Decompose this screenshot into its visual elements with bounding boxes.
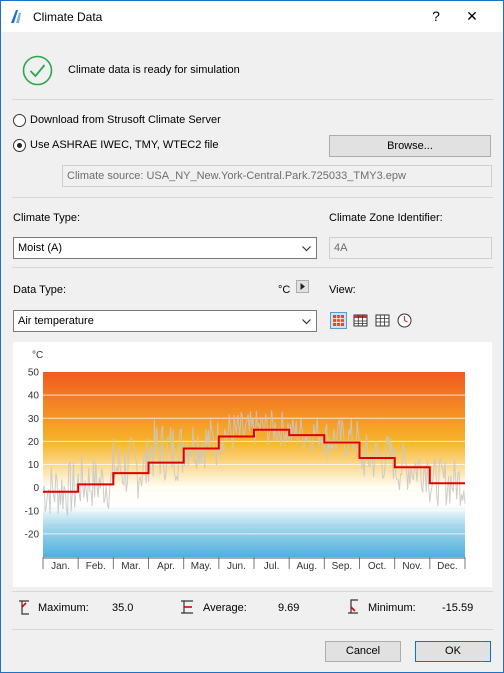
radio-download[interactable] (13, 114, 26, 127)
x-tick-label: Apr. (157, 561, 175, 572)
data-type-select[interactable]: Air temperature (13, 310, 317, 332)
maximum-value: 35.0 (112, 602, 134, 614)
x-tick-label: Dec. (437, 561, 458, 572)
ok-button[interactable]: OK (415, 641, 491, 662)
x-tick-label: May. (191, 561, 212, 572)
climate-data-dialog: Climate Data ? ✕ Climate data is ready f… (0, 0, 504, 673)
check-circle-icon (22, 55, 53, 86)
window-title: Climate Data (33, 10, 103, 24)
average-value: 9.69 (278, 602, 300, 614)
y-tick-label: -20 (25, 529, 40, 540)
temperature-chart: °C 50 40 30 20 10 0 -10 -20 Jan. Feb. Mar. Apr. May. J… (13, 342, 492, 587)
separator (12, 197, 493, 198)
x-tick-label: Jun. (227, 561, 246, 572)
data-type-label: Data Type: (13, 284, 66, 296)
temperature-chart-svg: °C 50 40 30 20 10 0 -10 -20 Jan. Feb. Mar. Apr. May. J… (25, 350, 466, 572)
y-axis-unit-label: °C (32, 350, 43, 361)
x-tick-label: Jan. (51, 561, 70, 572)
climate-source-field: Climate source: USA_NY_New.York-Central.… (62, 165, 492, 187)
grid-color-view-icon[interactable] (330, 312, 347, 329)
browse-button[interactable]: Browse... (329, 135, 491, 157)
radio-use-file[interactable] (13, 139, 26, 152)
unit-label: °C (278, 284, 291, 296)
radio-download-label[interactable]: Download from Strusoft Climate Server (30, 114, 221, 126)
grid-header-view-icon[interactable] (352, 312, 369, 329)
chevron-down-icon (302, 319, 311, 325)
y-tick-label: 10 (28, 460, 40, 471)
data-type-value: Air temperature (18, 315, 94, 327)
cancel-button[interactable]: Cancel (325, 641, 401, 662)
minimum-label: Minimum: (368, 602, 416, 614)
minimum-value: -15.59 (442, 602, 474, 614)
y-tick-label: 20 (28, 437, 40, 448)
y-tick-label: 30 (28, 414, 40, 425)
x-tick-label: Sep. (332, 561, 353, 572)
help-button[interactable]: ? (425, 5, 447, 27)
separator (12, 267, 493, 268)
climate-zone-label: Climate Zone Identifier: (329, 212, 443, 224)
x-tick-label: Aug. (296, 561, 317, 572)
climate-type-select[interactable]: Moist (A) (13, 237, 317, 259)
close-button[interactable]: ✕ (461, 5, 483, 27)
minimum-icon (348, 599, 358, 614)
maximum-icon (19, 600, 29, 615)
average-label: Average: (203, 602, 247, 614)
table-view-icon[interactable] (374, 312, 391, 329)
average-icon (181, 600, 193, 614)
x-tick-label: Mar. (121, 561, 140, 572)
radio-use-file-label[interactable]: Use ASHRAE IWEC, TMY, WTEC2 file (30, 139, 218, 151)
separator (12, 591, 493, 592)
x-tick-label: Nov. (402, 561, 422, 572)
clock-view-icon[interactable] (396, 312, 413, 329)
y-tick-label: 50 (28, 368, 40, 379)
y-tick-label: -10 (25, 506, 40, 517)
climate-zone-field: 4A (329, 237, 492, 259)
maximum-label: Maximum: (38, 602, 89, 614)
climate-type-label: Climate Type: (13, 212, 81, 224)
x-tick-label: Oct. (368, 561, 386, 572)
x-tick-label: Feb. (86, 561, 106, 572)
climate-type-value: Moist (A) (18, 242, 62, 254)
y-tick-label: 40 (28, 391, 40, 402)
view-label: View: (329, 284, 356, 296)
unit-toggle-arrow-icon[interactable] (296, 280, 309, 293)
status-message: Climate data is ready for simulation (68, 64, 240, 76)
y-tick-label: 0 (33, 483, 39, 494)
chevron-down-icon (302, 246, 311, 252)
separator (12, 99, 493, 100)
title-bar: Climate Data ? ✕ (1, 1, 503, 32)
separator (12, 629, 493, 630)
x-tick-label: Jul. (264, 561, 280, 572)
app-logo-icon (11, 10, 21, 23)
